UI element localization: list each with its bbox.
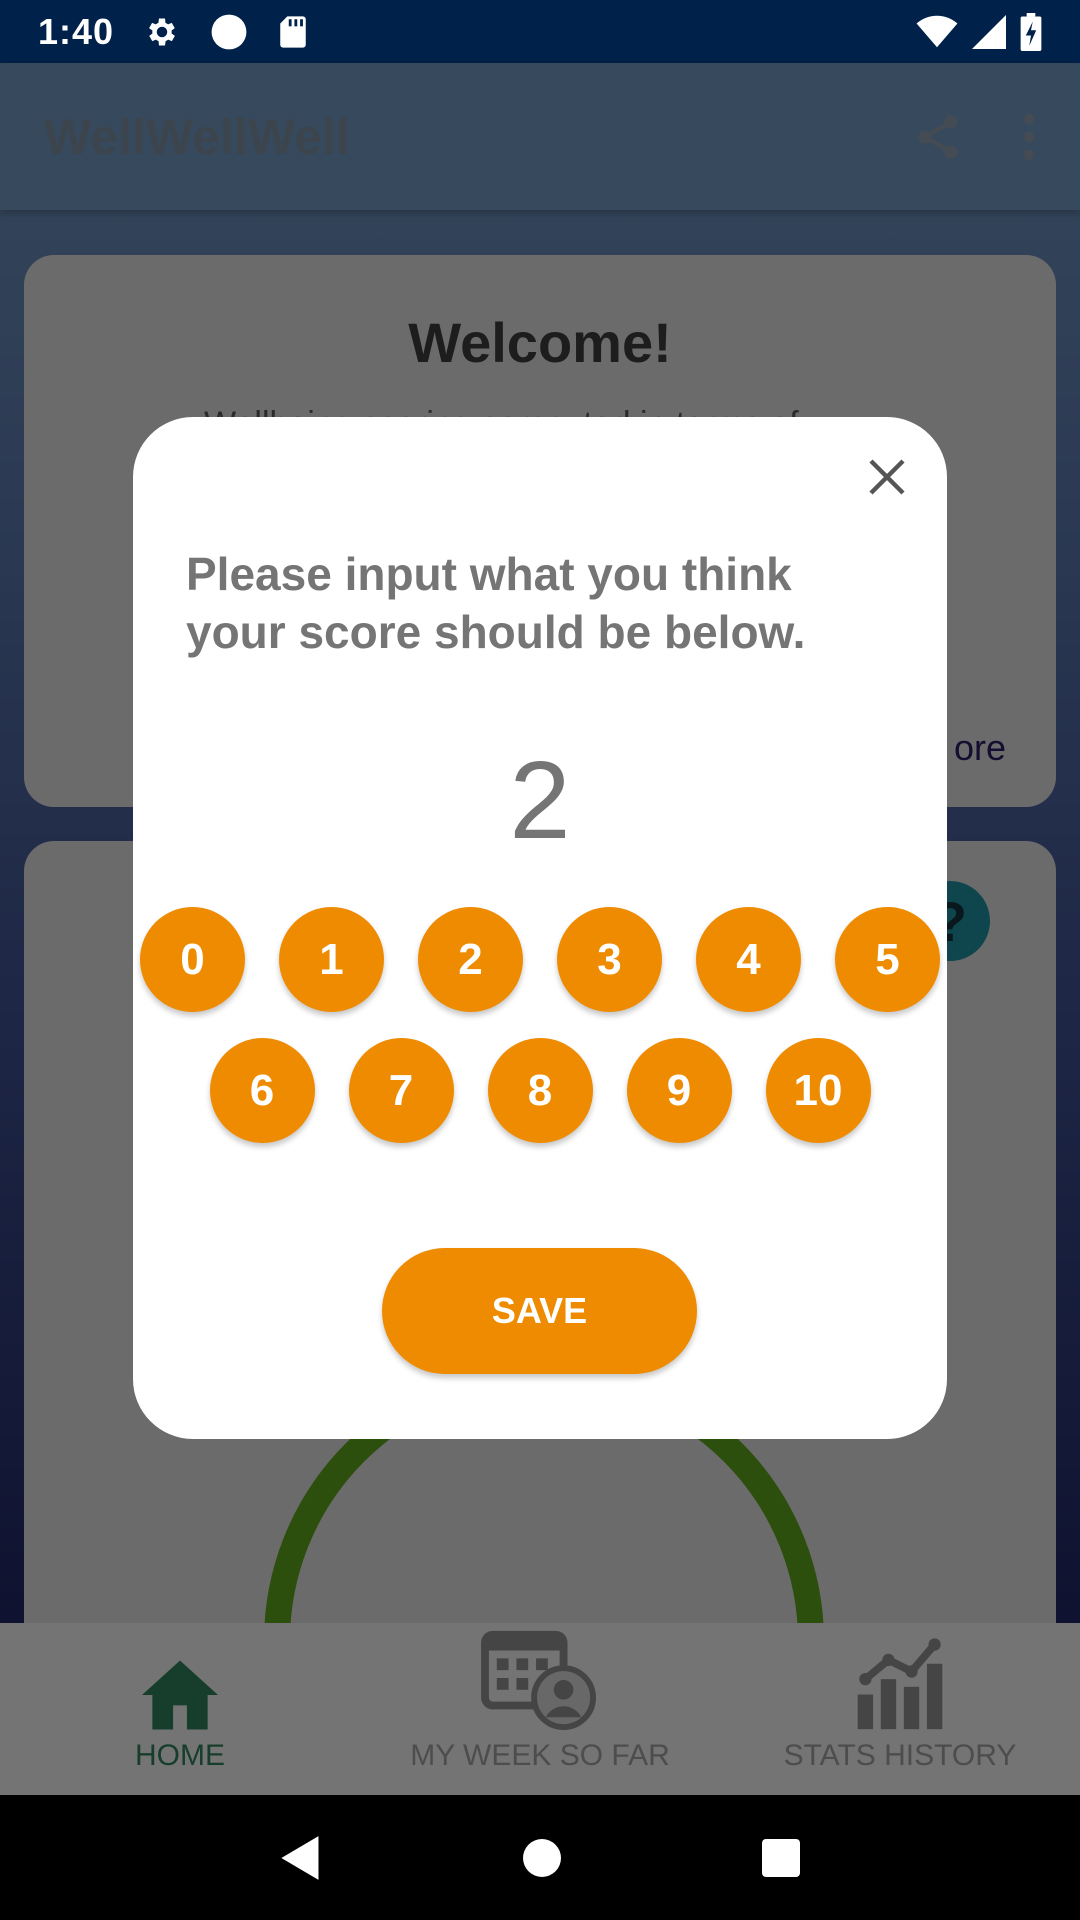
recents-icon[interactable]	[761, 1838, 801, 1878]
score-button-8[interactable]: 8	[487, 1038, 593, 1143]
score-input-dialog: Please input what you think your score s…	[133, 417, 947, 1439]
dialog-prompt: Please input what you think your score s…	[186, 548, 806, 658]
score-button-7[interactable]: 7	[348, 1038, 454, 1143]
status-bar: 1:40	[0, 0, 1080, 63]
number-row-2: 6 7 8 9 10	[133, 1038, 947, 1143]
score-button-10[interactable]: 10	[765, 1038, 871, 1143]
score-button-1[interactable]: 1	[279, 907, 384, 1012]
score-button-9[interactable]: 9	[626, 1038, 732, 1143]
score-button-4[interactable]: 4	[696, 907, 801, 1012]
score-display: 2	[509, 739, 571, 862]
number-row-1: 0 1 2 3 4 5	[133, 907, 947, 1012]
score-button-6[interactable]: 6	[209, 1038, 315, 1143]
home-circle-icon[interactable]	[522, 1838, 562, 1878]
back-icon[interactable]	[279, 1834, 323, 1882]
status-time: 1:40	[38, 10, 115, 52]
signal-icon	[972, 14, 1006, 49]
wifi-icon	[916, 15, 958, 49]
close-icon[interactable]	[849, 439, 925, 515]
status-icons-right	[916, 12, 1042, 51]
system-navigation-bar	[0, 1795, 1080, 1920]
gear-icon	[144, 14, 180, 50]
circle-icon	[210, 13, 248, 51]
score-button-2[interactable]: 2	[418, 907, 523, 1012]
battery-charging-icon	[1020, 12, 1042, 51]
score-button-5[interactable]: 5	[835, 907, 940, 1012]
status-icons-left	[144, 13, 308, 51]
score-button-0[interactable]: 0	[140, 907, 245, 1012]
sd-card-icon	[278, 15, 308, 49]
save-button[interactable]: SAVE	[382, 1248, 697, 1374]
score-button-3[interactable]: 3	[557, 907, 662, 1012]
